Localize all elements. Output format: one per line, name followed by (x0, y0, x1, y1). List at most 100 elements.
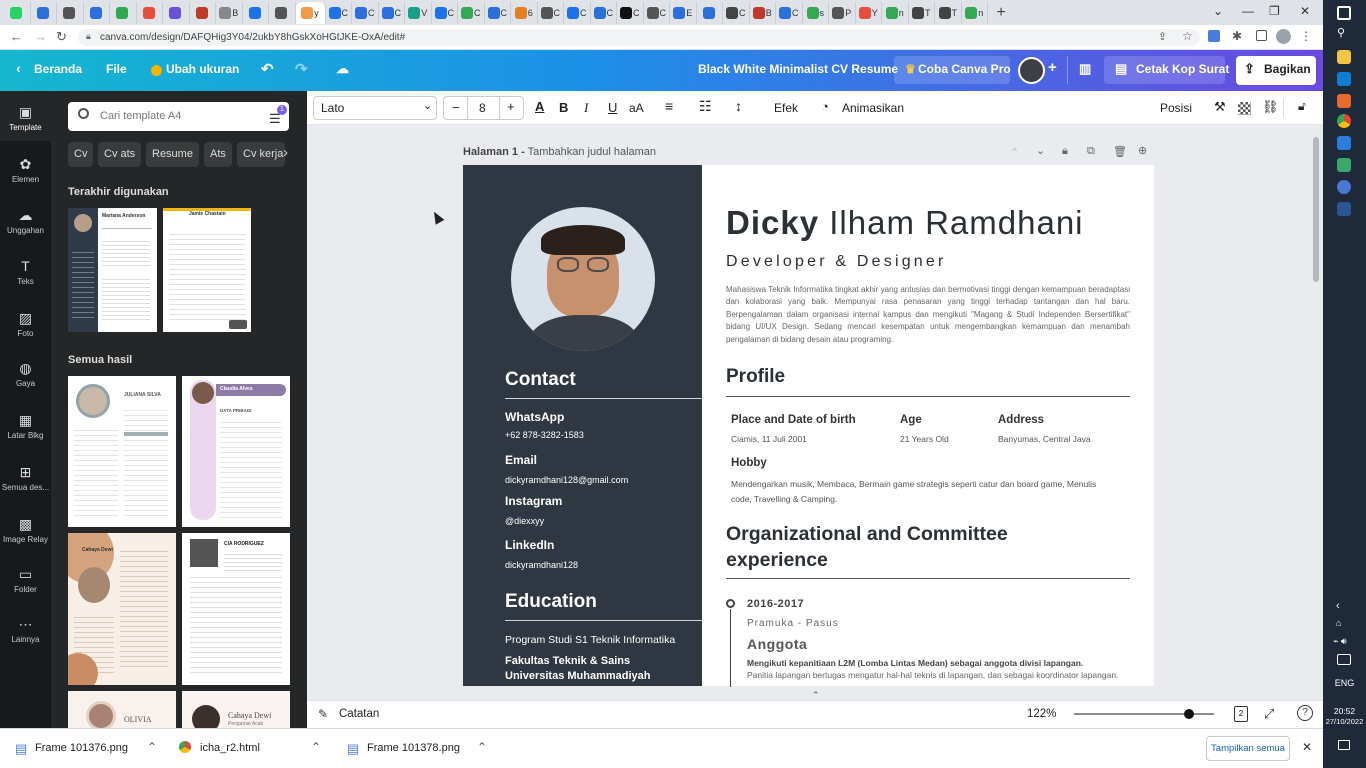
download-item[interactable]: Frame 101376.png (35, 742, 128, 754)
effects-button[interactable]: Efek (774, 101, 798, 115)
browser-tab[interactable]: s (803, 1, 829, 24)
undo-icon[interactable]: ↶ (261, 60, 274, 78)
extensions-puzzle-icon[interactable]: ✱ (1232, 29, 1242, 43)
browser-tab[interactable]: T (935, 1, 962, 24)
show-all-downloads-button[interactable]: Tampilkan semua (1206, 736, 1290, 761)
restore-icon[interactable]: ❐ (1269, 4, 1280, 18)
taskbar-app-icon[interactable] (1337, 72, 1351, 86)
rail-item-foto[interactable]: ▨ Foto (0, 309, 51, 338)
new-tab-button[interactable]: + (988, 4, 1014, 22)
word-icon[interactable] (1337, 202, 1351, 216)
browser-tab[interactable] (269, 1, 296, 24)
language-indicator[interactable]: ENG (1323, 678, 1366, 688)
windows-start-icon[interactable] (1337, 6, 1351, 20)
browser-tab[interactable]: y (295, 1, 326, 24)
browser-tab[interactable] (57, 1, 84, 24)
rail-item-latar-blkg[interactable]: ▦ Latar Blkg (0, 411, 51, 440)
browser-tab[interactable] (190, 1, 216, 24)
italic-button[interactable]: I (584, 100, 588, 116)
paint-format-icon[interactable]: ⚒ (1214, 99, 1226, 115)
filter-chip[interactable]: Resume (146, 142, 199, 167)
profile-photo[interactable] (511, 207, 655, 351)
link-icon[interactable]: ⛓ (1262, 99, 1279, 115)
notification-icon[interactable] (1338, 740, 1350, 750)
recent-template-1[interactable]: Mariana Anderson (68, 208, 157, 332)
browser-tab[interactable]: V (405, 1, 432, 24)
file-menu-button[interactable]: File (106, 62, 127, 76)
network-volume-icon[interactable]: ⌁ 🔊︎ (1333, 636, 1347, 647)
page-title-input[interactable]: Tambahkan judul halaman (528, 146, 656, 158)
browser-tab[interactable] (163, 1, 190, 24)
browser-tab[interactable]: C (564, 1, 591, 24)
result-template-5[interactable]: OLIVIA (68, 691, 176, 728)
browser-menu-icon[interactable]: ⋮ (1300, 29, 1312, 43)
reload-icon[interactable]: ↻ (56, 29, 67, 45)
help-icon[interactable]: ? (1297, 705, 1313, 721)
browser-tab[interactable]: B (216, 1, 243, 24)
browser-tab[interactable]: C (485, 1, 511, 24)
display-icon[interactable] (1337, 654, 1351, 665)
browser-tab[interactable]: C (776, 1, 803, 24)
filter-chip[interactable]: Cv (68, 142, 94, 167)
chevron-up-icon[interactable]: ⌃ (477, 740, 487, 754)
chevron-down-icon[interactable]: ⌄ (1213, 4, 1223, 18)
chevron-up-icon[interactable]: ⌃ (147, 740, 157, 754)
result-template-4[interactable]: CIA RODRIGUEZ (182, 533, 290, 685)
rail-item-elemen[interactable]: ✿ Elemen (0, 155, 51, 184)
browser-tab[interactable]: C (379, 1, 405, 24)
chevron-right-icon[interactable]: › (283, 144, 288, 161)
forward-icon[interactable]: → (34, 29, 47, 44)
filter-chip[interactable]: Cv kerja (237, 142, 285, 167)
browser-tab[interactable]: C (644, 1, 670, 24)
page-count-button[interactable]: 2 (1234, 706, 1248, 722)
close-icon[interactable]: ✕ (1302, 740, 1312, 754)
add-page-icon[interactable]: ⊕ (1138, 144, 1147, 157)
result-template-1[interactable]: JULIANA SILVA (68, 376, 176, 527)
browser-tab[interactable] (84, 1, 110, 24)
list-icon[interactable]: ☷ (699, 98, 712, 115)
url-field[interactable]: canva.com/design/DAFQHig3Y04/2ukbY8hGskX… (78, 29, 1200, 46)
rail-item-unggahan[interactable]: ☁ Unggahan (0, 206, 51, 235)
chevron-up-icon[interactable]: ⌃ (311, 740, 321, 754)
side-panel-icon[interactable] (1256, 30, 1267, 41)
rail-item-semua-des[interactable]: ⊞ Semua des... (0, 463, 51, 492)
browser-tab[interactable] (137, 1, 163, 24)
browser-tab[interactable] (4, 1, 31, 24)
user-avatar[interactable] (1018, 57, 1045, 84)
fullscreen-icon[interactable]: ⤢ (1264, 706, 1274, 722)
filter-chip[interactable]: Ats (204, 142, 232, 167)
close-icon[interactable]: ✕ (1300, 4, 1310, 18)
insights-chart-icon[interactable]: ▥ (1079, 61, 1091, 77)
browser-tab[interactable] (243, 1, 269, 24)
letter-case-button[interactable]: aA (629, 101, 644, 115)
chevron-left-icon[interactable]: ‹ (1336, 600, 1340, 612)
browser-tab[interactable]: C (432, 1, 458, 24)
browser-tab[interactable]: C (326, 1, 352, 24)
bookmark-star-icon[interactable]: ☆ (1182, 29, 1193, 43)
chevron-down-icon[interactable]: ⌄ (1036, 144, 1045, 157)
taskbar-app-icon[interactable] (1337, 94, 1351, 108)
browser-tab[interactable] (110, 1, 137, 24)
browser-tab[interactable]: Y (856, 1, 882, 24)
rail-item-template[interactable]: ▣ Template (0, 103, 51, 132)
browser-tab[interactable]: T (909, 1, 935, 24)
share-page-icon[interactable]: ⇪ (1158, 30, 1167, 43)
resize-button[interactable]: Ubah ukuran (166, 62, 239, 76)
browser-tab[interactable] (31, 1, 57, 24)
home-button[interactable]: Beranda (34, 62, 82, 76)
result-template-3[interactable]: Cahaya Dewi (68, 533, 176, 685)
minimize-icon[interactable]: — (1242, 4, 1254, 18)
rail-item-lainnya[interactable]: ⋯ Lainnya (0, 615, 51, 644)
text-color-icon[interactable]: A (535, 99, 544, 114)
download-item[interactable]: icha_r2.html (200, 742, 260, 754)
browser-tab[interactable]: P (829, 1, 856, 24)
add-collaborator-icon[interactable]: + (1048, 59, 1057, 76)
increase-font-button[interactable]: + (507, 99, 515, 114)
search-icon[interactable]: ⚲ (1337, 26, 1345, 40)
vscode-icon[interactable] (1337, 136, 1351, 150)
filter-chip[interactable]: Cv ats (98, 142, 142, 167)
profile-avatar[interactable] (1276, 29, 1291, 44)
result-template-6[interactable]: Cahaya Dewi Pengamat Acak (182, 691, 290, 728)
zoom-slider-knob[interactable] (1183, 709, 1194, 719)
animate-button[interactable]: Animasikan (842, 101, 904, 115)
